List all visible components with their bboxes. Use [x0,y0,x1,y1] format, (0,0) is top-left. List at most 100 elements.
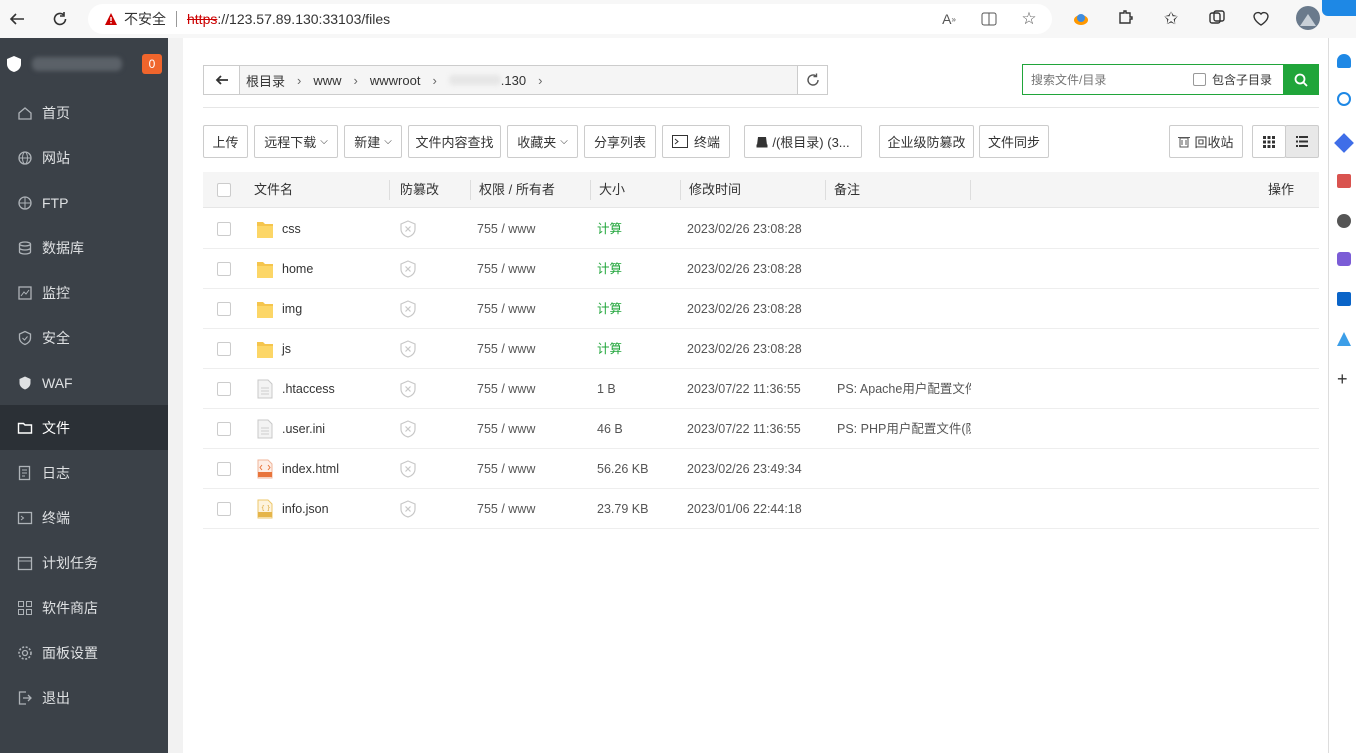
row-checkbox[interactable] [217,262,231,276]
file-permission[interactable]: 755 / www [477,209,535,249]
file-sync-button[interactable]: 文件同步 [979,125,1049,158]
sidebar-item-9[interactable]: 终端 [0,495,168,540]
path-back-button[interactable] [204,66,240,94]
sidebar-item-2[interactable]: FTP [0,180,168,225]
extension-cloud-icon[interactable] [1072,9,1090,30]
sidebar-item-5[interactable]: 安全 [0,315,168,360]
row-checkbox[interactable] [217,302,231,316]
drive-icon[interactable] [1337,332,1351,346]
file-size[interactable]: 计算 [597,329,622,369]
tamper-shield-icon[interactable] [398,299,418,322]
table-row[interactable]: .user.ini 755 / www 46 B 2023/07/22 11:36:5… [203,409,1319,449]
tamper-shield-icon[interactable] [398,219,418,242]
avatar[interactable] [1296,6,1320,33]
select-all-checkbox[interactable] [217,183,231,197]
sidebar-item-6[interactable]: WAF [0,360,168,405]
bell-icon[interactable] [1337,54,1351,68]
sidebar-item-8[interactable]: 日志 [0,450,168,495]
crumb-site[interactable]: .130 › [448,73,542,88]
file-note[interactable] [837,489,971,529]
file-note[interactable]: PS: Apache用户配置文件 [837,369,971,409]
col-size[interactable]: 大小 [599,172,625,208]
file-permission[interactable]: 755 / www [477,249,535,289]
favorite-star-icon[interactable]: ☆ [1020,9,1038,28]
sidebar-item-13[interactable]: 退出 [0,675,168,720]
tools-icon[interactable] [1337,174,1351,188]
gem-icon[interactable] [1334,133,1354,153]
file-permission[interactable]: 755 / www [477,449,535,489]
file-name[interactable]: css [282,209,301,249]
file-permission[interactable]: 755 / www [477,369,535,409]
file-permission[interactable]: 755 / www [477,289,535,329]
row-checkbox[interactable] [217,222,231,236]
favorites-button[interactable]: 收藏夹 ⌵ [507,125,578,158]
refresh-button[interactable] [797,66,827,94]
address-bar[interactable]: 不安全 https://123.57.89.130:33103/files A»… [88,4,1052,34]
row-checkbox[interactable] [217,422,231,436]
tamper-shield-icon[interactable] [398,339,418,362]
tamper-shield-icon[interactable] [398,459,418,482]
file-size[interactable]: 计算 [597,289,622,329]
file-name[interactable]: js [282,329,291,369]
reload-icon[interactable] [49,8,71,30]
browser-essentials-icon[interactable] [1252,9,1270,30]
copilot-icon[interactable] [1322,0,1356,16]
file-note[interactable] [837,449,971,489]
add-icon[interactable]: + [1337,370,1351,388]
disk-button[interactable]: /(根目录) (3... [744,125,862,158]
crumb-wwwroot[interactable]: wwwroot › [370,73,437,88]
file-note[interactable] [837,329,971,369]
table-row[interactable]: { } info.json 755 / www 23.79 KB 2023/01/06 … [203,489,1319,529]
search-input[interactable] [1023,65,1193,94]
file-size[interactable]: 计算 [597,209,622,249]
row-checkbox[interactable] [217,342,231,356]
row-checkbox[interactable] [217,462,231,476]
tamper-protect-button[interactable]: 企业级防篡改 [879,125,974,158]
file-name[interactable]: index.html [282,449,339,489]
sidebar-item-12[interactable]: 面板设置 [0,630,168,675]
table-row[interactable]: css 755 / www 计算 2023/02/26 23:08:28 [203,209,1319,249]
reader-view-icon[interactable] [980,10,998,28]
crumb-www[interactable]: www › [313,73,358,88]
sidebar-item-10[interactable]: 计划任务 [0,540,168,585]
read-aloud-icon[interactable]: A» [940,10,958,28]
terminal-button[interactable]: 终端 [662,125,730,158]
file-note[interactable] [837,289,971,329]
file-name[interactable]: info.json [282,489,329,529]
outlook-icon[interactable] [1337,292,1351,306]
table-row[interactable]: home 755 / www 计算 2023/02/26 23:08:28 [203,249,1319,289]
tamper-shield-icon[interactable] [398,419,418,442]
file-size[interactable]: 计算 [597,249,622,289]
upload-button[interactable]: 上传 [203,125,248,158]
row-checkbox[interactable] [217,382,231,396]
notification-badge[interactable]: 0 [142,54,162,74]
row-checkbox[interactable] [217,502,231,516]
table-row[interactable]: js 755 / www 计算 2023/02/26 23:08:28 [203,329,1319,369]
recycle-bin-button[interactable]: 回收站 [1169,125,1243,158]
file-permission[interactable]: 755 / www [477,489,535,529]
file-note[interactable] [837,249,971,289]
new-button[interactable]: 新建 ⌵ [344,125,402,158]
sidebar-item-11[interactable]: 软件商店 [0,585,168,630]
sidebar-item-4[interactable]: 监控 [0,270,168,315]
tamper-shield-icon[interactable] [398,259,418,282]
include-subdir-checkbox[interactable]: 包含子目录 [1193,65,1283,94]
file-name[interactable]: .htaccess [282,369,335,409]
search-sidebar-icon[interactable] [1337,92,1351,106]
crumb-root[interactable]: 根目录 › [246,71,301,90]
tamper-shield-icon[interactable] [398,499,418,522]
collections-icon[interactable] [1208,9,1226,30]
grid-view-button[interactable] [1252,125,1286,158]
tamper-shield-icon[interactable] [398,379,418,402]
file-note[interactable] [837,209,971,249]
file-name[interactable]: .user.ini [282,409,325,449]
share-list-button[interactable]: 分享列表 [584,125,656,158]
list-view-button[interactable] [1285,125,1319,158]
sidebar-item-3[interactable]: 数据库 [0,225,168,270]
sidebar-item-0[interactable]: 首页 [0,90,168,135]
remote-download-button[interactable]: 远程下载 ⌵ [254,125,338,158]
extensions-puzzle-icon[interactable] [1116,9,1134,30]
file-note[interactable]: PS: PHP用户配置文件(防 [837,409,971,449]
back-arrow-icon[interactable] [6,8,28,30]
file-name[interactable]: img [282,289,302,329]
